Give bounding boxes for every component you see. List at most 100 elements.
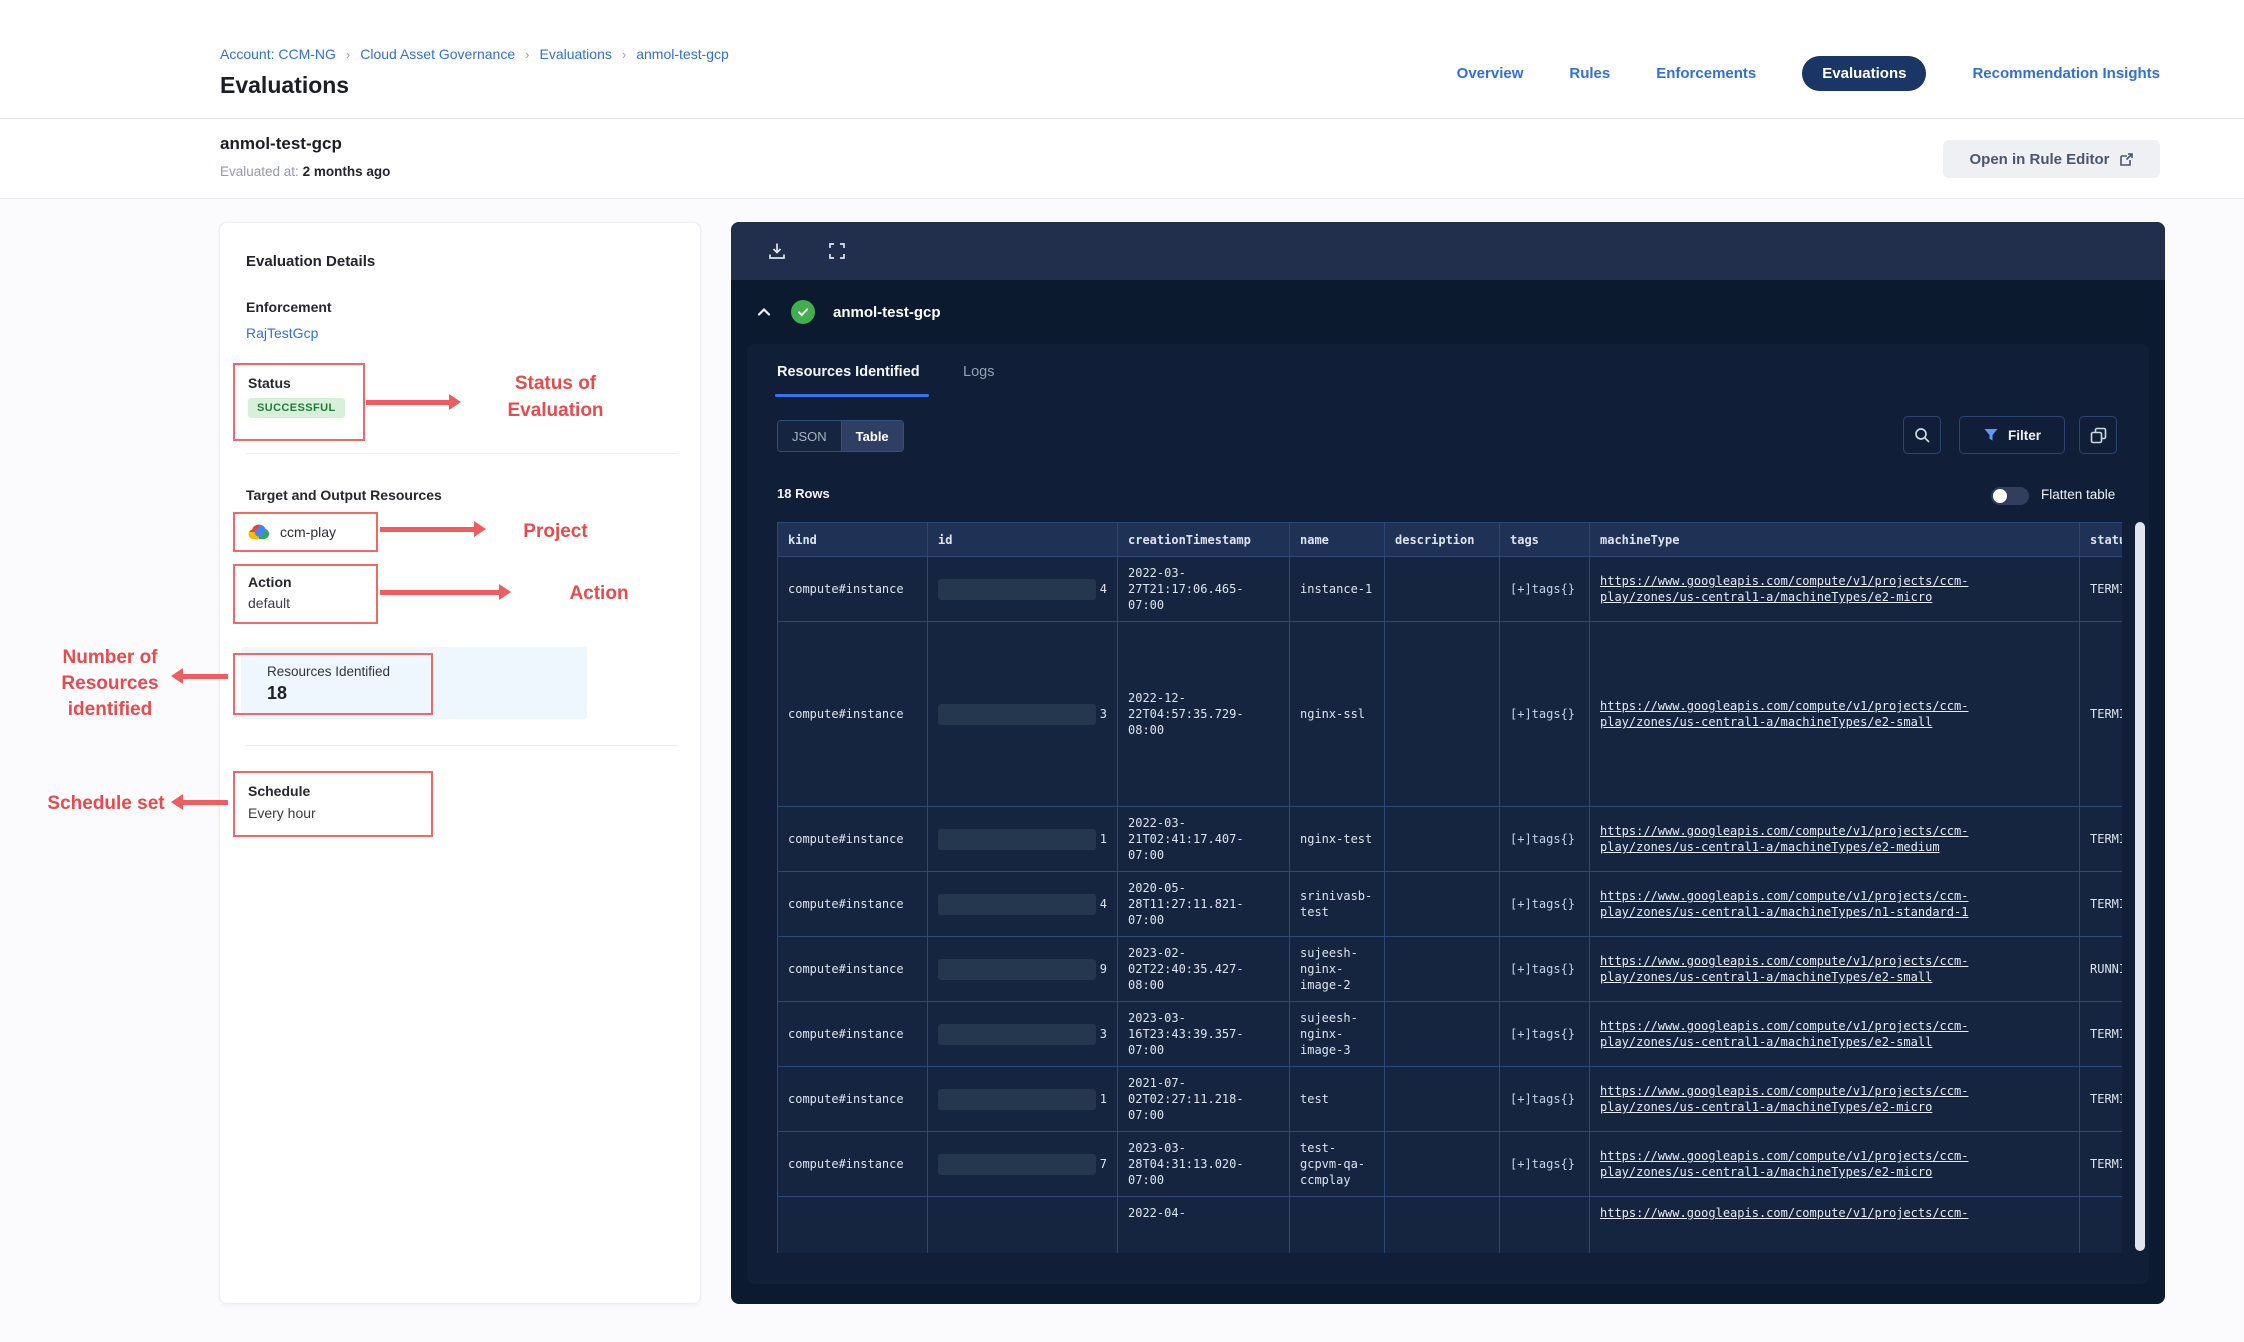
- cell-status: TERMINATED: [2080, 872, 2123, 937]
- schedule-annotation-box: Schedule Every hour: [233, 771, 433, 837]
- cell-id: 7: [928, 1132, 1118, 1197]
- nav-item-recommendation-insights[interactable]: Recommendation Insights: [1972, 65, 2160, 82]
- cell-name: nginx-test: [1290, 807, 1385, 872]
- annotation-arrow-status: [366, 400, 450, 405]
- vertical-scrollbar[interactable]: [2135, 522, 2145, 1251]
- breadcrumb-separator: ›: [346, 47, 350, 62]
- download-icon[interactable]: [765, 239, 789, 263]
- panel-evaluation-name: anmol-test-gcp: [833, 304, 941, 321]
- resources-table: kindidcreationTimestampnamedescriptionta…: [777, 522, 2122, 1253]
- cell-status: TERMINATED: [2080, 807, 2123, 872]
- cell-status: TERMINATED: [2080, 622, 2123, 807]
- success-check-icon: [791, 300, 815, 324]
- top-navigation: Overview Rules Enforcements Evaluations Reco…: [1457, 56, 2160, 91]
- header-divider: [0, 118, 2244, 119]
- tab-logs[interactable]: Logs: [963, 364, 994, 380]
- enforcement-link[interactable]: RajTestGcp: [246, 325, 318, 341]
- column-header-machineType: machineType: [1590, 523, 2080, 557]
- column-header-creationTimestamp: creationTimestamp: [1118, 523, 1290, 557]
- filter-label: Filter: [2008, 428, 2041, 443]
- cell-kind: compute#instance: [778, 1067, 928, 1132]
- machine-type-link[interactable]: https://www.googleapis.com/compute/v1/pr…: [1600, 888, 2069, 920]
- schedule-label: Schedule: [248, 783, 431, 799]
- machine-type-link[interactable]: https://www.googleapis.com/compute/v1/pr…: [1600, 1018, 2069, 1050]
- table-row: compute#instance72023-03-28T04:31:13.020…: [778, 1132, 2123, 1197]
- breadcrumb-separator: ›: [622, 47, 626, 62]
- nav-item-enforcements[interactable]: Enforcements: [1656, 65, 1756, 82]
- cell-creation-timestamp: 2022-12-22T04:57:35.729-08:00: [1118, 622, 1290, 807]
- annotation-arrow-schedule: [182, 800, 228, 805]
- resources-annotation-box: Resources Identified 18: [233, 653, 433, 715]
- machine-type-link[interactable]: https://www.googleapis.com/compute/v1/pr…: [1600, 823, 2069, 855]
- open-in-rule-editor-label: Open in Rule Editor: [1969, 151, 2109, 168]
- open-in-rule-editor-button[interactable]: Open in Rule Editor: [1943, 140, 2160, 178]
- machine-type-link[interactable]: https://www.googleapis.com/compute/v1/pr…: [1600, 953, 2069, 985]
- evaluated-at-value: 2 months ago: [303, 164, 391, 179]
- id-tail-digit: 7: [1100, 1156, 1107, 1172]
- id-tail-digit: 1: [1100, 831, 1107, 847]
- machine-type-link[interactable]: https://www.googleapis.com/compute/v1/pr…: [1600, 1083, 2069, 1115]
- nav-item-rules[interactable]: Rules: [1569, 65, 1610, 82]
- cell-kind: compute#instance: [778, 557, 928, 622]
- flatten-table-toggle[interactable]: [1991, 487, 2029, 505]
- tags-expander[interactable]: [+]tags{}: [1510, 897, 1575, 911]
- machine-type-link[interactable]: https://www.googleapis.com/compute/v1/pr…: [1600, 573, 2069, 605]
- annotation-action: Action: [544, 580, 654, 607]
- cell-name: srinivasb-test: [1290, 872, 1385, 937]
- cell-tags: [+]tags{}: [1500, 622, 1590, 807]
- cell-creation-timestamp: 2022-03-27T21:17:06.465-07:00: [1118, 557, 1290, 622]
- tags-expander[interactable]: [+]tags{}: [1510, 832, 1575, 846]
- tags-expander[interactable]: [+]tags{}: [1510, 582, 1575, 596]
- target-resources-label: Target and Output Resources: [246, 487, 442, 503]
- tags-expander[interactable]: [+]tags{}: [1510, 707, 1575, 721]
- machine-type-link[interactable]: https://www.googleapis.com/compute/v1/pr…: [1600, 1148, 2069, 1180]
- filter-button[interactable]: Filter: [1959, 416, 2065, 454]
- breadcrumb-link[interactable]: Account: CCM-NG: [220, 46, 336, 62]
- tags-expander[interactable]: [+]tags{}: [1510, 962, 1575, 976]
- cell-id: 4: [928, 872, 1118, 937]
- breadcrumb-link[interactable]: anmol-test-gcp: [636, 46, 729, 62]
- action-value: default: [248, 595, 376, 611]
- annotation-arrow-action: [380, 590, 500, 595]
- details-heading: Evaluation Details: [246, 253, 375, 270]
- tab-resources-identified[interactable]: Resources Identified: [777, 364, 920, 380]
- machine-type-link[interactable]: https://www.googleapis.com/compute/v1/pr…: [1600, 698, 2069, 730]
- id-redaction-bar: [938, 1089, 1096, 1110]
- id-tail-digit: 3: [1100, 1026, 1107, 1042]
- evaluation-name-title: anmol-test-gcp: [220, 134, 342, 154]
- annotation-arrow-project: [380, 527, 475, 532]
- resources-table-wrapper: kindidcreationTimestampnamedescriptionta…: [777, 522, 2122, 1253]
- cell-machine-type: https://www.googleapis.com/compute/v1/pr…: [1590, 1002, 2080, 1067]
- view-table-option[interactable]: Table: [842, 421, 903, 451]
- cell-status: RUNNING: [2080, 937, 2123, 1002]
- copy-button[interactable]: [2079, 416, 2117, 454]
- cell-name: [1290, 1197, 1385, 1254]
- fullscreen-icon[interactable]: [825, 239, 849, 263]
- evaluations-page: Account: CCM-NG › Cloud Asset Governance › E…: [0, 0, 2244, 1342]
- cell-description: [1385, 1132, 1500, 1197]
- breadcrumb-link[interactable]: Evaluations: [539, 46, 611, 62]
- nav-item-overview[interactable]: Overview: [1457, 65, 1524, 82]
- view-json-option[interactable]: JSON: [778, 421, 842, 451]
- cell-kind: compute#instance: [778, 937, 928, 1002]
- project-chip-label[interactable]: ccm-play: [280, 524, 336, 540]
- cell-id: 1: [928, 1067, 1118, 1132]
- machine-type-link[interactable]: https://www.googleapis.com/compute/v1/pr…: [1600, 1205, 2069, 1221]
- annotation-number-of-resources: Number of Resources identified: [35, 645, 185, 723]
- cell-tags: [+]tags{}: [1500, 872, 1590, 937]
- section-divider: [246, 745, 678, 746]
- breadcrumb-link[interactable]: Cloud Asset Governance: [360, 46, 515, 62]
- cell-machine-type: https://www.googleapis.com/compute/v1/pr…: [1590, 1067, 2080, 1132]
- nav-item-evaluations[interactable]: Evaluations: [1802, 56, 1926, 91]
- tags-expander[interactable]: [+]tags{}: [1510, 1157, 1575, 1171]
- search-button[interactable]: [1903, 416, 1941, 454]
- column-header-tags: tags: [1500, 523, 1590, 557]
- redacted-id: 4: [938, 894, 1107, 915]
- breadcrumb-separator: ›: [525, 47, 529, 62]
- tags-expander[interactable]: [+]tags{}: [1510, 1092, 1575, 1106]
- tags-expander[interactable]: [+]tags{}: [1510, 1027, 1575, 1041]
- column-header-description: description: [1385, 523, 1500, 557]
- active-tab-underline: [775, 394, 929, 397]
- table-row: compute#instance12022-03-21T02:41:17.407…: [778, 807, 2123, 872]
- collapse-chevron-icon[interactable]: [755, 303, 773, 321]
